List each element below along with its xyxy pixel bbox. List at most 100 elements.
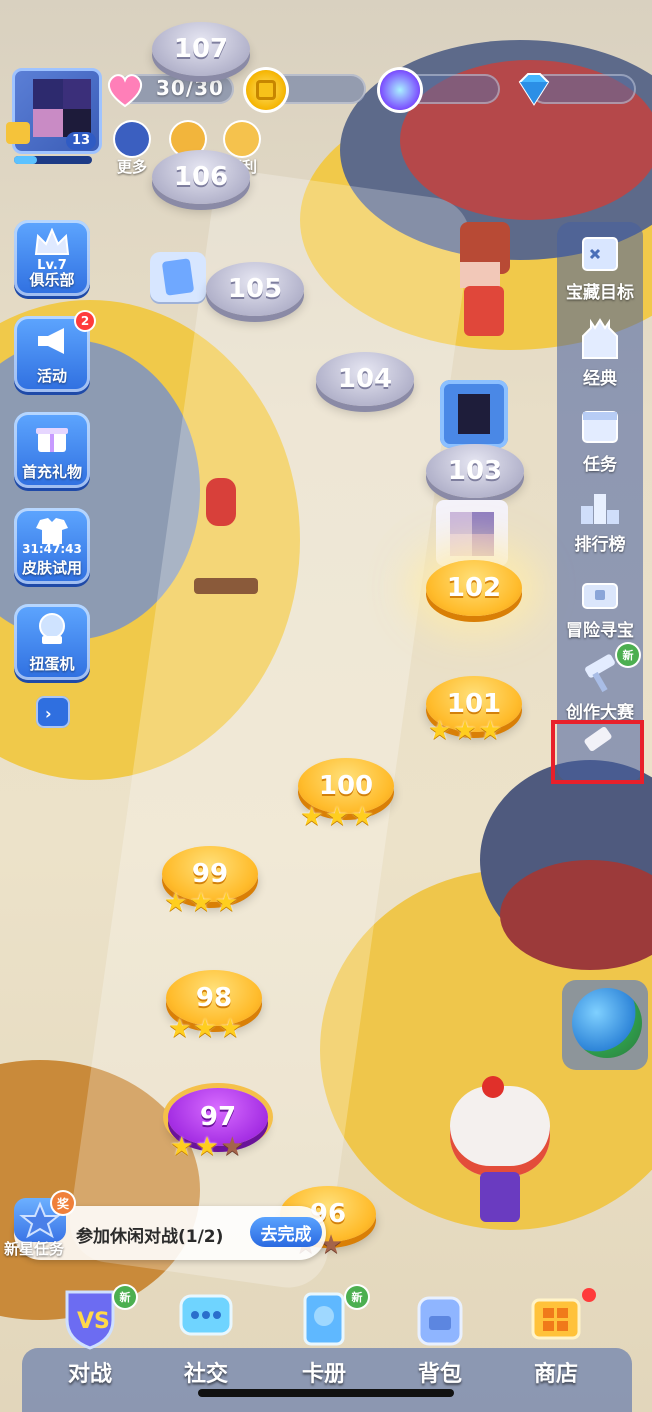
- expand-button[interactable]: ›: [36, 696, 70, 728]
- treasure-goal-label: 宝藏目标: [566, 283, 634, 303]
- cards-new-badge: 新: [346, 1286, 368, 1308]
- podium-icon: [577, 484, 623, 528]
- more-label: 更多: [116, 158, 147, 176]
- level-104[interactable]: 104: [316, 352, 414, 406]
- treasure-chest-icon: [577, 570, 623, 614]
- level-101-stars: ★ ★ ★: [428, 718, 502, 744]
- level-97-stars: ★ ★ ★: [170, 1134, 244, 1160]
- quest-reward-badge: 奖: [52, 1192, 74, 1214]
- level-99-stars: ★ ★ ★: [164, 890, 238, 916]
- home-indicator[interactable]: [198, 1389, 454, 1397]
- quest-text: 参加休闲对战(1/2): [76, 1227, 224, 1247]
- nav-shop-label: 商店: [533, 1362, 578, 1387]
- star-icon: ★: [453, 716, 477, 746]
- star-icon: ★: [300, 802, 324, 832]
- bench: [194, 578, 258, 594]
- shop-notification-dot: [582, 1288, 596, 1302]
- nav-social[interactable]: 社交: [156, 1286, 256, 1388]
- level-100-stars: ★ ★ ★: [300, 804, 374, 830]
- skin-timer: 31:47:43: [22, 542, 82, 556]
- nav-backpack-label: 背包: [417, 1362, 462, 1387]
- castle-icon: [577, 318, 623, 362]
- first-charge-label: 首充礼物: [21, 463, 82, 481]
- leaderboard-label: 排行榜: [574, 535, 626, 555]
- star-icon: ★: [195, 1132, 219, 1162]
- battle-new-badge: 新: [114, 1286, 136, 1308]
- chevron-right-icon: ›: [45, 704, 52, 723]
- club-button[interactable]: Lv.7 俱乐部: [14, 220, 90, 296]
- quest-title: 新星任务: [4, 1240, 65, 1258]
- shop-cart-icon: [521, 1286, 591, 1352]
- level-98-stars: ★ ★ ★: [168, 1016, 242, 1042]
- megaphone-icon: [34, 324, 70, 358]
- card-hint-icon[interactable]: [150, 252, 206, 302]
- tasks-label: 任务: [583, 455, 617, 475]
- treasure-goal-button[interactable]: 宝藏目标: [557, 232, 643, 303]
- friend-avatar[interactable]: [440, 380, 508, 448]
- paint-roller-icon: [577, 652, 623, 696]
- lantern: [206, 478, 236, 526]
- hammer-icon: [583, 725, 613, 753]
- activity-label: 活动: [36, 367, 67, 385]
- grid-icon: [115, 122, 149, 156]
- heart-icon: [104, 70, 146, 110]
- player-character[interactable]: [450, 222, 520, 342]
- energy-icon: [380, 70, 420, 110]
- nav-backpack[interactable]: 背包: [390, 1286, 490, 1388]
- classic-button[interactable]: 经典: [557, 318, 643, 389]
- gift-box-icon: [34, 420, 70, 454]
- collapse-right-menu-button[interactable]: [551, 720, 644, 784]
- gift-icon: [225, 122, 259, 156]
- more-button[interactable]: 更多: [108, 122, 156, 176]
- gacha-button[interactable]: 扭蛋机: [14, 604, 90, 680]
- nav-social-label: 社交: [183, 1362, 228, 1387]
- level-103[interactable]: 103: [426, 444, 524, 498]
- star-icon: ★: [193, 1014, 217, 1044]
- svg-text:VS: VS: [77, 1309, 110, 1334]
- star-icon: ★: [428, 716, 452, 746]
- diamond-icon: [512, 70, 556, 110]
- tasks-button[interactable]: 任务: [557, 404, 643, 475]
- star-icon: ★: [350, 802, 374, 832]
- chat-bubble-icon: [171, 1286, 241, 1352]
- quest-go-button[interactable]: 去完成: [250, 1217, 322, 1247]
- club-label: 俱乐部: [29, 271, 75, 289]
- adventure-label: 冒险寻宝: [566, 621, 634, 641]
- lion-dance-character[interactable]: [440, 1076, 560, 1226]
- skin-trial-button[interactable]: 31:47:43 皮肤试用: [14, 508, 90, 584]
- globe-button[interactable]: [562, 980, 648, 1070]
- globe-icon: [572, 988, 642, 1058]
- star-icon: ★: [478, 716, 502, 746]
- activity-badge: 2: [76, 312, 94, 330]
- star-icon: ★: [189, 888, 213, 918]
- star-icon: ★: [164, 888, 188, 918]
- level-105[interactable]: 105: [206, 262, 304, 316]
- level-107[interactable]: 107: [152, 22, 250, 76]
- first-charge-button[interactable]: 首充礼物: [14, 412, 90, 488]
- adventure-button[interactable]: 冒险寻宝: [557, 570, 643, 641]
- treasure-map-icon: [577, 232, 623, 276]
- classic-label: 经典: [583, 369, 617, 389]
- level-106[interactable]: 106: [152, 150, 250, 204]
- creation-new-badge: 新: [617, 644, 639, 666]
- player-level-badge: 13: [66, 132, 96, 150]
- rank-icon: [6, 122, 30, 144]
- star-icon: ★: [170, 1132, 194, 1162]
- calendar-icon: [577, 404, 623, 448]
- star-icon: ★: [218, 1014, 242, 1044]
- coin-icon: [246, 70, 286, 110]
- star-icon: ★: [325, 802, 349, 832]
- current-player-marker: [436, 500, 508, 566]
- nav-cards-label: 卡册: [301, 1362, 346, 1387]
- nav-battle-label: 对战: [67, 1362, 112, 1387]
- gacha-machine-icon: [34, 612, 70, 646]
- backpack-icon: [405, 1286, 475, 1352]
- skin-trial-label: 皮肤试用: [21, 559, 82, 577]
- crown-icon: [34, 227, 70, 262]
- level-102-current[interactable]: 102: [426, 560, 522, 616]
- hearts-count: 30/30: [156, 76, 224, 100]
- star-icon: ★: [214, 888, 238, 918]
- gacha-label: 扭蛋机: [29, 655, 75, 673]
- xp-bar: [14, 156, 92, 164]
- leaderboard-button[interactable]: 排行榜: [557, 484, 643, 555]
